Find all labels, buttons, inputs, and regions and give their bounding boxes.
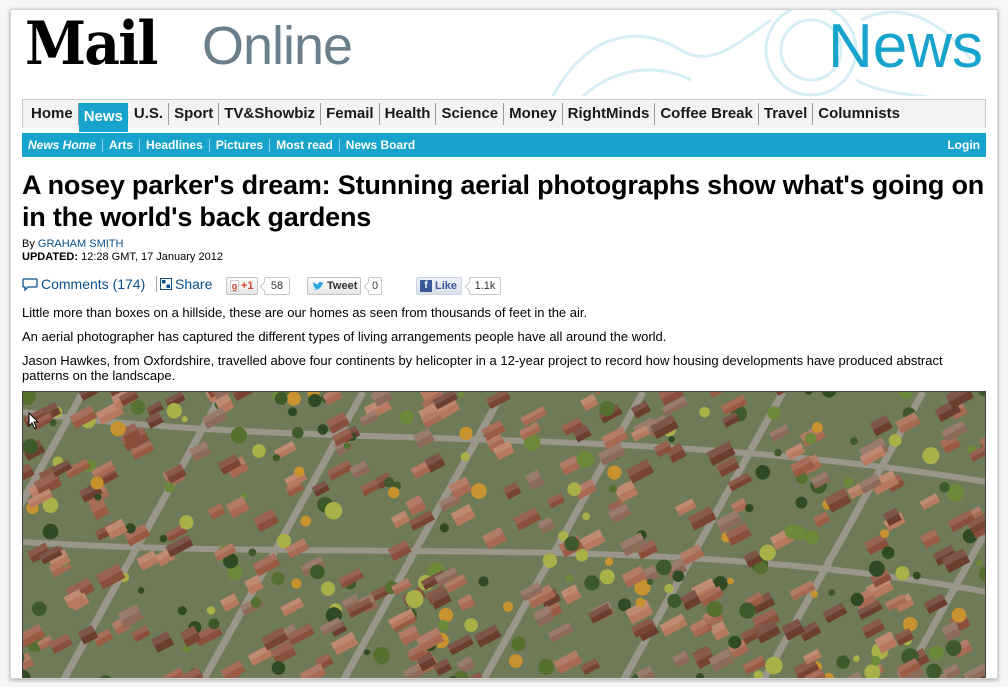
- share-icon: [160, 278, 172, 290]
- facebook-like-button[interactable]: f Like: [416, 277, 462, 295]
- tweet-label: Tweet: [327, 280, 358, 292]
- google-plus-button[interactable]: g +1: [226, 277, 258, 295]
- secondary-nav: News Home Arts Headlines Pictures Most r…: [22, 133, 986, 157]
- tweet-button[interactable]: Tweet: [307, 277, 361, 295]
- google-plus-count: 58: [264, 277, 290, 295]
- nav-sport[interactable]: Sport: [169, 103, 220, 125]
- nav-home[interactable]: Home: [26, 103, 79, 125]
- subnav-news-board[interactable]: News Board: [340, 138, 421, 152]
- article-photo-aerial-houses[interactable]: [22, 391, 986, 678]
- twitter-bird-icon: [312, 281, 324, 290]
- browser-page: Mail Online News Home News U.S. Sport TV…: [10, 9, 998, 679]
- subnav-most-read[interactable]: Most read: [270, 138, 340, 152]
- nav-travel[interactable]: Travel: [759, 103, 814, 125]
- primary-nav: Home News U.S. Sport TV&Showbiz Femail H…: [22, 99, 986, 132]
- updated-label: UPDATED:: [22, 251, 79, 263]
- nav-news[interactable]: News: [78, 102, 128, 132]
- article-paragraph: Jason Hawkes, from Oxfordshire, travelle…: [22, 353, 943, 383]
- comments-label: Comments (174): [41, 276, 146, 292]
- share-label: Share: [175, 276, 213, 292]
- updated-value: 12:28 GMT, 17 January 2012: [81, 251, 223, 263]
- share-bar: Comments (174) Share g +1 58 Tweet 0 f L…: [22, 275, 986, 297]
- article-paragraph: An aerial photographer has captured the …: [22, 329, 667, 344]
- like-count: 1.1k: [469, 277, 501, 295]
- logo-online[interactable]: Online: [202, 19, 353, 73]
- facebook-icon: f: [420, 280, 432, 292]
- nav-money[interactable]: Money: [504, 103, 563, 125]
- nav-science[interactable]: Science: [436, 103, 505, 125]
- nav-femail[interactable]: Femail: [321, 103, 380, 125]
- nav-tv-showbiz[interactable]: TV&Showbiz: [219, 103, 322, 125]
- google-icon: g: [230, 280, 239, 292]
- article-paragraph: Little more than boxes on a hillside, th…: [22, 305, 588, 320]
- subnav-pictures[interactable]: Pictures: [210, 138, 271, 152]
- nav-columnists[interactable]: Columnists: [813, 103, 905, 125]
- author-link[interactable]: GRAHAM SMITH: [38, 238, 124, 250]
- nav-us[interactable]: U.S.: [129, 103, 170, 125]
- login-link[interactable]: Login: [947, 138, 980, 152]
- comment-icon: [22, 277, 38, 291]
- article-headline: A nosey parker's dream: Stunning aerial …: [22, 170, 985, 232]
- updated-timestamp: UPDATED: 12:28 GMT, 17 January 2012: [22, 251, 223, 263]
- google-plus-label: +1: [241, 280, 254, 292]
- share-link[interactable]: Share: [156, 276, 212, 292]
- nav-health[interactable]: Health: [380, 103, 437, 125]
- aerial-houses-image: [23, 392, 985, 678]
- like-label: Like: [435, 280, 458, 292]
- byline-prefix: By: [22, 238, 35, 250]
- subnav-headlines[interactable]: Headlines: [140, 138, 210, 152]
- logo-mail[interactable]: Mail: [25, 14, 158, 74]
- mouse-cursor-icon: [28, 412, 40, 430]
- nav-coffee-break[interactable]: Coffee Break: [655, 103, 759, 125]
- comments-link[interactable]: Comments (174): [22, 276, 145, 292]
- subnav-news-home[interactable]: News Home: [28, 138, 104, 152]
- section-title: News: [827, 12, 983, 81]
- byline: By GRAHAM SMITH: [22, 238, 123, 250]
- nav-rightminds[interactable]: RightMinds: [563, 103, 656, 125]
- tweet-count: 0: [368, 277, 382, 295]
- subnav-arts[interactable]: Arts: [103, 138, 141, 152]
- masthead: Mail Online News: [11, 10, 997, 96]
